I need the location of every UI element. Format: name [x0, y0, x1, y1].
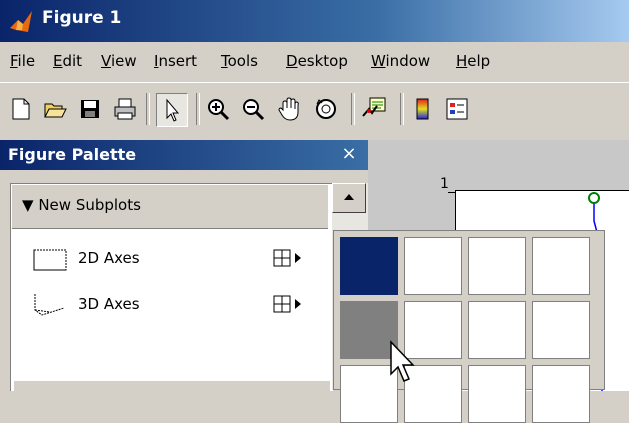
scroll-up-button[interactable]	[332, 183, 366, 213]
subplot-cell[interactable]	[468, 365, 526, 423]
close-icon[interactable]: ×	[338, 143, 360, 164]
title-bar: Figure 1	[0, 0, 629, 42]
palette-header: Figure Palette ×	[0, 140, 368, 170]
item-2d-axes[interactable]: 2D Axes	[78, 249, 140, 267]
menu-insert[interactable]: Insert	[154, 52, 197, 70]
menu-bar: File Edit View Insert Tools Desktop Wind…	[0, 42, 629, 82]
section-title: New Subplots	[38, 196, 141, 214]
open-folder-icon[interactable]	[42, 96, 68, 122]
subplot-cell[interactable]	[532, 365, 590, 423]
subplot-cell[interactable]	[532, 301, 590, 359]
data-cursor-icon[interactable]	[361, 96, 387, 122]
menu-desktop[interactable]: Desktop	[286, 52, 348, 70]
legend-icon[interactable]	[444, 96, 470, 122]
menu-view[interactable]: View	[101, 52, 137, 70]
colorbar-icon[interactable]	[410, 96, 436, 122]
menu-help[interactable]: Help	[456, 52, 490, 70]
triangle-right-icon[interactable]	[294, 252, 302, 264]
pointer-icon[interactable]	[156, 93, 188, 127]
item-3d-axes[interactable]: 3D Axes	[78, 295, 140, 313]
new-file-icon[interactable]	[8, 96, 34, 122]
subplot-cell[interactable]	[468, 237, 526, 295]
toolbar-separator	[146, 93, 150, 125]
menu-file[interactable]: File	[10, 52, 35, 70]
subplot-cell[interactable]	[340, 237, 398, 295]
print-icon[interactable]	[112, 96, 138, 122]
toolbar	[0, 82, 629, 136]
pan-hand-icon[interactable]	[276, 96, 302, 122]
next-section-bar[interactable]	[14, 380, 330, 391]
zoom-out-icon[interactable]	[240, 96, 266, 122]
ytick-label: 1	[440, 176, 449, 192]
menu-window[interactable]: Window	[371, 52, 430, 70]
menu-tools[interactable]: Tools	[221, 52, 258, 70]
grid-layout-icon[interactable]	[273, 295, 291, 313]
menu-edit[interactable]: Edit	[53, 52, 82, 70]
grid-layout-icon[interactable]	[273, 249, 291, 267]
axes-2d-icon	[33, 249, 67, 271]
section-new-subplots[interactable]: ▼ New Subplots	[12, 185, 328, 229]
toolbar-separator	[196, 93, 200, 125]
section-label: ▼ New Subplots	[22, 196, 141, 214]
subplot-cell[interactable]	[532, 237, 590, 295]
toolbar-separator	[400, 93, 404, 125]
subplot-cell[interactable]	[468, 301, 526, 359]
mouse-cursor-icon	[390, 340, 415, 382]
save-icon[interactable]	[77, 96, 103, 122]
zoom-in-icon[interactable]	[205, 96, 231, 122]
subplot-cell[interactable]	[404, 237, 462, 295]
window-title: Figure 1	[42, 8, 122, 28]
triangle-right-icon[interactable]	[294, 298, 302, 310]
toolbar-separator	[351, 93, 355, 125]
arrow-up-icon	[344, 194, 354, 200]
matlab-logo-icon	[10, 11, 32, 32]
rotate-3d-icon[interactable]	[313, 96, 339, 122]
subplot-grid-popup	[333, 230, 605, 423]
ytick-mark	[448, 192, 456, 193]
palette-title: Figure Palette	[8, 145, 137, 164]
axes-3d-icon	[34, 294, 65, 316]
triangle-down-icon: ▼	[22, 196, 34, 214]
